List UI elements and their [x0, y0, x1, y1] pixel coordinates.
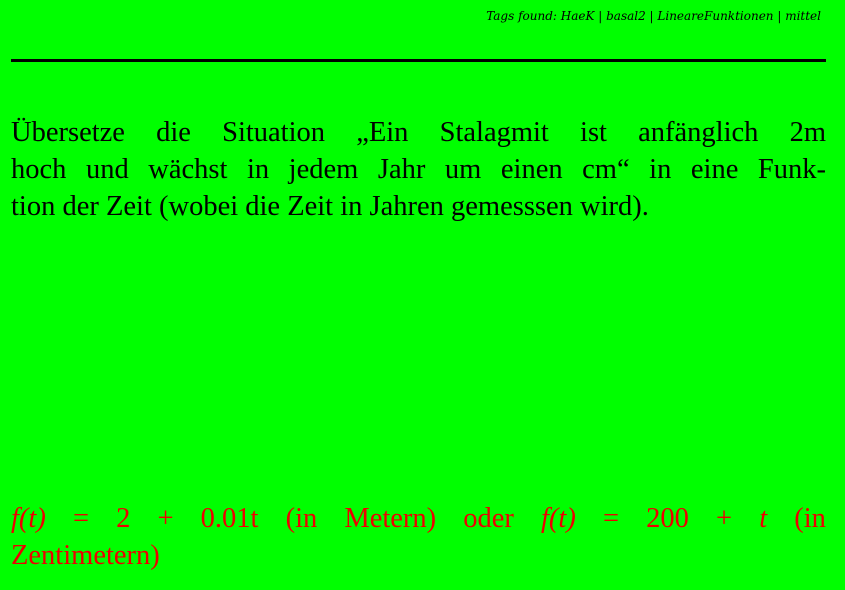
- answer-token: =: [72, 503, 90, 534]
- question-line: hoch und wächst in jedem Jahr um einen c…: [11, 154, 826, 185]
- answer-token: +: [716, 503, 733, 534]
- answer-token: +: [157, 503, 174, 534]
- answer-token: 200: [646, 503, 689, 534]
- question-line: tion der Zeit (wobei die Zeit in Jahren …: [11, 191, 649, 222]
- tags-line: Tags found: HaeK | basal2 | LineareFunkt…: [486, 9, 821, 23]
- header-divider: [11, 59, 826, 62]
- answer-token: (in: [794, 503, 826, 534]
- answer-token: f(t): [11, 503, 46, 534]
- answer-token: Metern): [344, 503, 437, 534]
- question-line: Übersetze die Situation „Ein Stalagmit i…: [11, 117, 826, 148]
- answer-token: f(t): [541, 503, 576, 534]
- answer-token: t: [759, 503, 768, 534]
- answer-token: 0.01t: [200, 503, 259, 534]
- answer-token: (in: [285, 503, 318, 534]
- answer-token: 2: [116, 503, 131, 534]
- answer-token: oder: [463, 503, 514, 534]
- question-text: Übersetze die Situation „Ein Stalagmit i…: [11, 114, 826, 225]
- answer-text: f(t) = 2 + 0.01t (in Metern) oder f(t) =…: [11, 500, 826, 574]
- answer-token: =: [602, 503, 620, 534]
- answer-line-2: Zentimetern): [11, 540, 160, 571]
- answer-line-1: f(t) = 2 + 0.01t (in Metern) oder f(t) =…: [11, 500, 826, 537]
